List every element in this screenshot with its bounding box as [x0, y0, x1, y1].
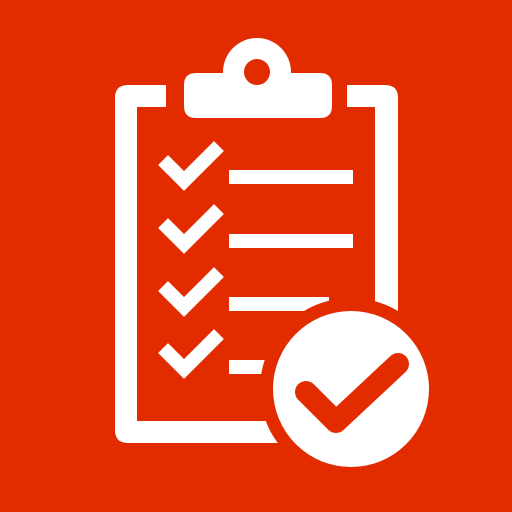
clipboard-checklist-approved-icon — [115, 38, 442, 480]
app-icon-tile — [0, 0, 512, 512]
checklist-item — [158, 329, 269, 379]
check-mark-icon — [158, 204, 224, 254]
check-mark-icon — [158, 267, 224, 317]
check-mark-icon — [158, 329, 224, 379]
checklist-item — [158, 204, 353, 254]
checklist-item — [158, 141, 353, 191]
check-mark-icon — [158, 141, 224, 191]
checklist-item — [158, 267, 329, 317]
clipboard-clip — [184, 38, 332, 118]
check-circle-icon — [260, 298, 442, 480]
